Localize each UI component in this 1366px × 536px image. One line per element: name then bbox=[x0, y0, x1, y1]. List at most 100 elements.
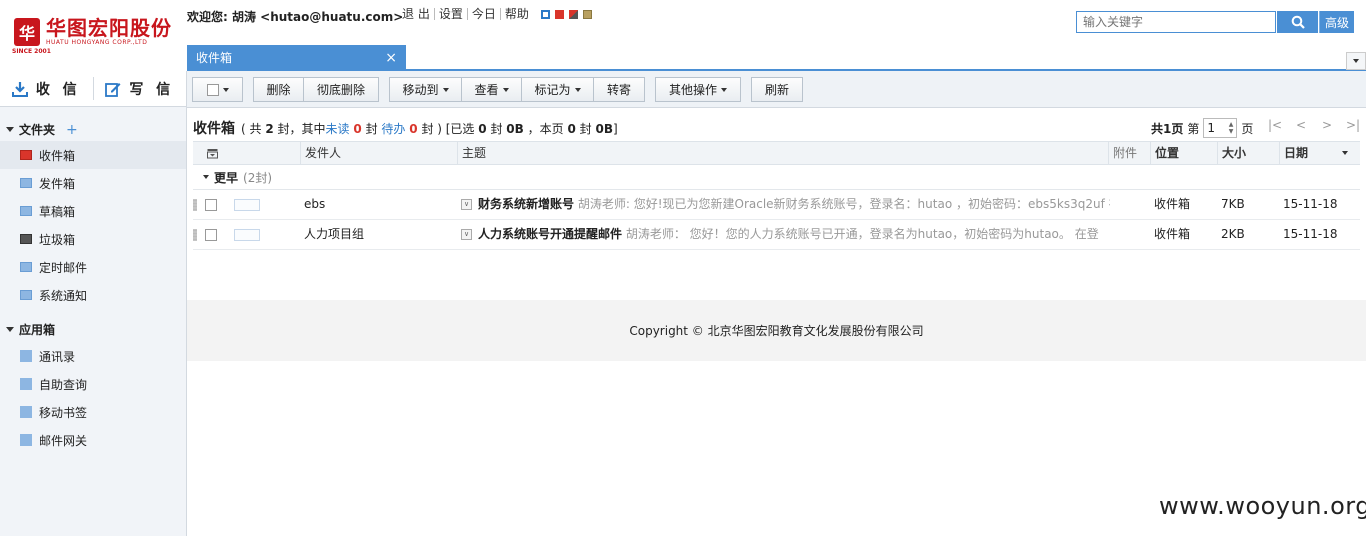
sidebar-item-scheduled[interactable]: 定时邮件 bbox=[0, 253, 186, 281]
folder-icon bbox=[20, 206, 32, 216]
expand-icon[interactable]: ∨ bbox=[461, 199, 472, 210]
page-navigation: |< < > >| bbox=[1262, 116, 1366, 134]
row-subject[interactable]: 财务系统新增账号 胡涛老师: 您好!现已为您新建Oracle新财务系统账号，登录… bbox=[478, 190, 1110, 219]
column-menu-icon bbox=[207, 149, 218, 159]
logo-text-en: HUATU HONGYANG CORP.,LTD bbox=[46, 39, 148, 46]
row-size: 2KB bbox=[1221, 227, 1245, 241]
last-page-icon[interactable]: >| bbox=[1340, 116, 1366, 134]
skin-red[interactable] bbox=[555, 10, 564, 19]
folder-icon bbox=[20, 290, 32, 300]
drag-handle[interactable] bbox=[193, 199, 197, 211]
row-date: 15-11-18 bbox=[1283, 227, 1338, 241]
sidebar-item-contacts[interactable]: 通讯录 bbox=[0, 342, 186, 370]
search-button[interactable] bbox=[1277, 11, 1318, 33]
trash-folder-icon bbox=[20, 234, 32, 244]
skin-mixed[interactable] bbox=[569, 10, 578, 19]
page-number-input[interactable]: 1 ▲ ▼ bbox=[1203, 118, 1238, 138]
folders-group-header[interactable]: 文件夹 + bbox=[6, 121, 78, 138]
chevron-down-icon bbox=[721, 87, 727, 92]
logo-mark: 华 SINCE 2001 bbox=[12, 18, 51, 55]
folder-title: 收件箱 bbox=[193, 121, 235, 137]
tab-list-dropdown[interactable] bbox=[1346, 52, 1366, 70]
chevron-down-icon bbox=[574, 87, 581, 92]
app-icon bbox=[20, 406, 32, 418]
unread-link[interactable]: 未读 bbox=[326, 120, 350, 137]
chevron-down-icon bbox=[1353, 59, 1359, 63]
search-input[interactable] bbox=[1076, 11, 1276, 33]
tab-label: 收件箱 bbox=[196, 51, 233, 65]
inbox-icon bbox=[20, 150, 32, 160]
mark-as-button[interactable]: 标记为 bbox=[521, 77, 594, 102]
settings-link[interactable]: 设置 bbox=[433, 8, 467, 20]
folder-icon bbox=[20, 262, 32, 272]
sidebar-item-self-query[interactable]: 自助查询 bbox=[0, 370, 186, 398]
skin-gold[interactable] bbox=[583, 10, 592, 19]
read-mail-icon bbox=[234, 199, 260, 211]
chevron-down-icon bbox=[442, 87, 449, 92]
row-location: 收件箱 bbox=[1154, 227, 1191, 241]
skin-blue[interactable] bbox=[541, 10, 550, 19]
column-location[interactable]: 位置 bbox=[1150, 141, 1217, 165]
checkbox bbox=[206, 83, 219, 96]
sidebar-item-outbox[interactable]: 发件箱 bbox=[0, 169, 186, 197]
apps-group-header[interactable]: 应用箱 bbox=[6, 321, 55, 338]
receive-button[interactable]: 收 信 bbox=[0, 71, 93, 106]
row-checkbox[interactable] bbox=[205, 199, 217, 211]
collapse-icon bbox=[203, 175, 209, 179]
column-attachment[interactable]: 附件 bbox=[1108, 141, 1150, 165]
add-folder-icon[interactable]: + bbox=[66, 122, 78, 138]
prev-page-icon[interactable]: < bbox=[1288, 116, 1314, 134]
other-actions-button[interactable]: 其他操作 bbox=[655, 77, 741, 102]
sidebar-item-bookmarks[interactable]: 移动书签 bbox=[0, 398, 186, 426]
compose-button[interactable]: 写 信 bbox=[94, 71, 187, 106]
advanced-search-button[interactable]: 高级 bbox=[1319, 11, 1354, 33]
read-mail-icon bbox=[234, 229, 260, 241]
column-date[interactable]: 日期 bbox=[1279, 141, 1360, 165]
expand-icon[interactable]: ∨ bbox=[461, 229, 472, 240]
first-page-icon[interactable]: |< bbox=[1262, 116, 1288, 134]
collapse-icon bbox=[6, 327, 14, 332]
help-link[interactable]: 帮助 bbox=[499, 8, 533, 20]
sidebar-item-inbox[interactable]: 收件箱 bbox=[0, 141, 186, 169]
download-icon bbox=[11, 81, 28, 97]
next-page-icon[interactable]: > bbox=[1314, 116, 1340, 134]
company-logo: 华 SINCE 2001 华图宏阳股份 HUATU HONGYANG CORP.,… bbox=[12, 14, 174, 55]
column-options[interactable] bbox=[193, 141, 300, 165]
row-subject[interactable]: 人力系统账号开通提醒邮件 胡涛老师： 您好！您的人力系统账号已开通，登录名为hu… bbox=[478, 220, 1110, 249]
column-size[interactable]: 大小 bbox=[1217, 141, 1279, 165]
table-row[interactable]: ebs ∨ 财务系统新增账号 胡涛老师: 您好!现已为您新建Oracle新财务系… bbox=[193, 190, 1360, 220]
group-header-earlier[interactable]: 更早 (2封) bbox=[193, 165, 1360, 190]
permanent-delete-button[interactable]: 彻底删除 bbox=[303, 77, 379, 102]
sidebar-item-notifications[interactable]: 系统通知 bbox=[0, 281, 186, 309]
logout-link[interactable]: 退 出 bbox=[398, 8, 434, 20]
row-size: 7KB bbox=[1221, 197, 1245, 211]
refresh-button[interactable]: 刷新 bbox=[751, 77, 803, 102]
delete-button[interactable]: 删除 bbox=[253, 77, 304, 102]
sidebar-item-gateway[interactable]: 邮件网关 bbox=[0, 426, 186, 454]
view-button[interactable]: 查看 bbox=[461, 77, 522, 102]
column-sender[interactable]: 发件人 bbox=[300, 141, 457, 165]
row-sender: ebs bbox=[304, 197, 326, 211]
forward-button[interactable]: 转寄 bbox=[593, 77, 645, 102]
select-all-dropdown[interactable] bbox=[192, 77, 243, 102]
sidebar-item-drafts[interactable]: 草稿箱 bbox=[0, 197, 186, 225]
search-icon bbox=[1291, 15, 1305, 29]
drag-handle[interactable] bbox=[193, 229, 197, 241]
compose-bar: 收 信 写 信 bbox=[0, 71, 186, 107]
move-to-button[interactable]: 移动到 bbox=[389, 77, 462, 102]
tab-inbox[interactable]: 收件箱 × bbox=[187, 45, 406, 70]
spinner-icon[interactable]: ▲ ▼ bbox=[1229, 121, 1234, 135]
todo-link[interactable]: 待办 bbox=[381, 120, 405, 137]
skin-picker bbox=[541, 10, 592, 19]
tab-close-icon[interactable]: × bbox=[385, 50, 397, 66]
row-location: 收件箱 bbox=[1154, 197, 1191, 211]
row-checkbox[interactable] bbox=[205, 229, 217, 241]
row-date: 15-11-18 bbox=[1283, 197, 1338, 211]
watermark-text: www.wooyun.org bbox=[1159, 492, 1366, 520]
table-row[interactable]: 人力项目组 ∨ 人力系统账号开通提醒邮件 胡涛老师： 您好！您的人力系统账号已开… bbox=[193, 220, 1360, 250]
logo-text-cn: 华图宏阳股份 bbox=[46, 16, 172, 40]
column-subject[interactable]: 主题 bbox=[457, 141, 1108, 165]
today-link[interactable]: 今日 bbox=[466, 8, 500, 20]
sort-desc-icon bbox=[1342, 151, 1348, 155]
sidebar-item-trash[interactable]: 垃圾箱 bbox=[0, 225, 186, 253]
